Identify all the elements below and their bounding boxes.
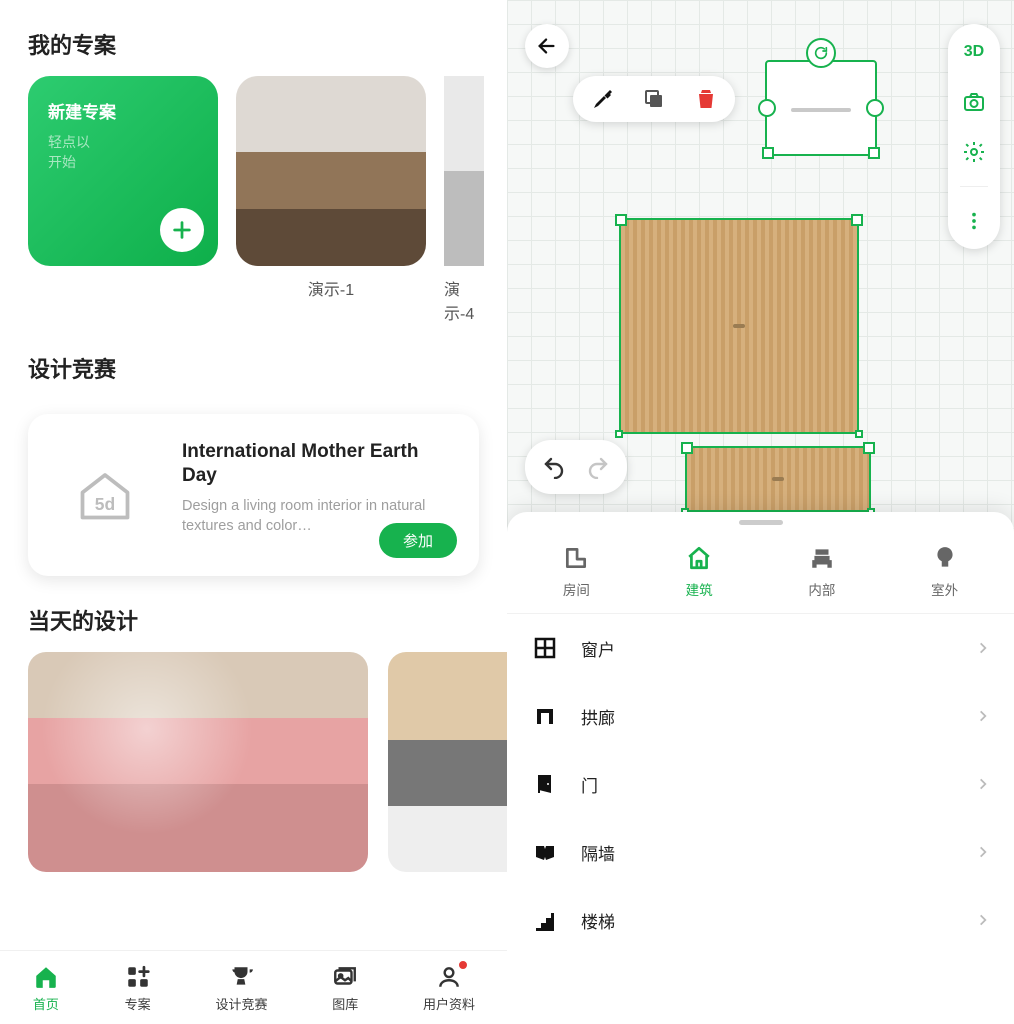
chevron-right-icon xyxy=(976,777,990,791)
resize-handle-right[interactable] xyxy=(866,99,884,117)
contest-logo-icon: 5d xyxy=(50,440,160,550)
building-icon xyxy=(684,543,714,573)
settings-button[interactable] xyxy=(587,84,617,114)
new-project-hint: 轻点以 开始 xyxy=(48,133,198,172)
rotate-handle[interactable] xyxy=(806,38,836,68)
category-interior[interactable]: 内部 xyxy=(807,543,837,599)
chevron-right-icon xyxy=(976,913,990,927)
camera-button[interactable] xyxy=(958,86,990,118)
section-title-daily: 当天的设计 xyxy=(0,576,507,652)
chevron-right-icon xyxy=(976,845,990,859)
floorplan-room[interactable] xyxy=(685,446,871,512)
catalog-item-arch[interactable]: 拱廊 xyxy=(507,682,1014,750)
catalog-item-list: 窗户 拱廊 门 xyxy=(507,614,1014,954)
project-card[interactable]: 演示-1 xyxy=(236,76,426,324)
editor-pane: 3D 房间 xyxy=(507,0,1014,1024)
plus-icon[interactable] xyxy=(160,208,204,252)
redo-button[interactable] xyxy=(579,448,617,486)
home-icon xyxy=(32,963,60,991)
projects-row: 新建专案 轻点以 开始 演示-1 演示-4 xyxy=(0,76,507,324)
profile-icon xyxy=(435,963,463,991)
catalog-item-partition[interactable]: 隔墙 xyxy=(507,818,1014,886)
nav-gallery[interactable]: 图库 xyxy=(331,963,359,1013)
nav-contests[interactable]: 设计竞赛 xyxy=(215,963,267,1013)
daily-design-thumb[interactable] xyxy=(28,652,368,872)
section-title-projects: 我的专案 xyxy=(0,0,507,76)
contest-title: International Mother Earth Day xyxy=(182,440,457,488)
resize-handle-left[interactable] xyxy=(758,99,776,117)
project-label: 演示-4 xyxy=(444,276,484,324)
section-title-contests: 设计竞赛 xyxy=(0,324,507,400)
project-label: 演示-1 xyxy=(308,276,354,300)
bottom-nav: 首页 专案 设计竞赛 图库 用户资料 xyxy=(0,950,507,1024)
copy-button[interactable] xyxy=(639,84,669,114)
undo-redo-bar xyxy=(525,440,627,494)
svg-text:5d: 5d xyxy=(95,494,115,514)
floorplan-room[interactable] xyxy=(619,218,859,434)
daily-row xyxy=(0,652,507,872)
daily-design-thumb[interactable] xyxy=(388,652,507,872)
stairs-icon xyxy=(531,906,559,934)
selected-object[interactable] xyxy=(765,60,877,156)
contest-join-button[interactable]: 参加 xyxy=(379,523,457,558)
editor-side-toolbar: 3D xyxy=(948,24,1000,249)
contest-card[interactable]: 5d International Mother Earth Day Design… xyxy=(28,414,479,576)
chevron-right-icon xyxy=(976,641,990,655)
room-icon xyxy=(561,543,591,573)
grid-plus-icon xyxy=(124,963,152,991)
back-button[interactable] xyxy=(525,24,569,68)
view-3d-button[interactable]: 3D xyxy=(958,36,990,68)
window-icon xyxy=(531,634,559,662)
trophy-icon xyxy=(227,963,255,991)
partition-icon xyxy=(531,838,559,866)
nav-projects[interactable]: 专案 xyxy=(124,963,152,1013)
chevron-right-icon xyxy=(976,709,990,723)
object-action-bar xyxy=(573,76,735,122)
gallery-icon xyxy=(331,963,359,991)
catalog-item-door[interactable]: 门 xyxy=(507,750,1014,818)
notification-badge xyxy=(457,959,469,971)
delete-button[interactable] xyxy=(691,84,721,114)
nav-profile[interactable]: 用户资料 xyxy=(423,963,475,1013)
outdoor-icon xyxy=(930,543,960,573)
project-card[interactable]: 演示-4 xyxy=(444,76,484,324)
sheet-drag-handle[interactable] xyxy=(739,520,783,525)
category-room[interactable]: 房间 xyxy=(561,543,591,599)
project-thumb xyxy=(444,76,484,266)
new-project-title: 新建专案 xyxy=(48,98,198,123)
catalog-categories: 房间 建筑 内部 室外 xyxy=(507,531,1014,614)
interior-icon xyxy=(807,543,837,573)
catalog-sheet: 房间 建筑 内部 室外 xyxy=(507,512,1014,1024)
new-project-card[interactable]: 新建专案 轻点以 开始 xyxy=(28,76,218,266)
door-icon xyxy=(531,770,559,798)
project-thumb xyxy=(236,76,426,266)
nav-home[interactable]: 首页 xyxy=(32,963,60,1013)
home-pane: 我的专案 新建专案 轻点以 开始 演示-1 演示-4 设计竞赛 5d xyxy=(0,0,507,1024)
more-button[interactable] xyxy=(958,205,990,237)
category-building[interactable]: 建筑 xyxy=(684,543,714,599)
catalog-item-stairs[interactable]: 楼梯 xyxy=(507,886,1014,954)
catalog-item-window[interactable]: 窗户 xyxy=(507,614,1014,682)
category-outdoor[interactable]: 室外 xyxy=(930,543,960,599)
undo-button[interactable] xyxy=(535,448,573,486)
arch-icon xyxy=(531,702,559,730)
gear-button[interactable] xyxy=(958,136,990,168)
